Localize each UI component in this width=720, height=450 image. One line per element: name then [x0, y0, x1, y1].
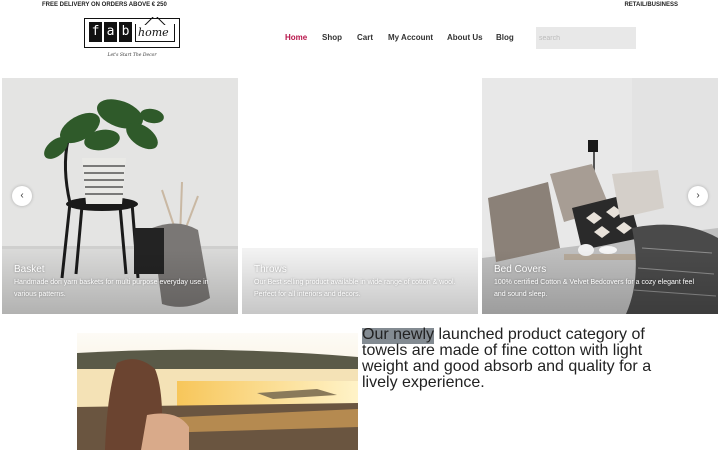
chevron-left-icon: ‹: [20, 190, 24, 201]
logo-letter: f: [89, 22, 102, 42]
slider-next-button[interactable]: ›: [688, 186, 708, 206]
nav-about-us[interactable]: About Us: [447, 33, 483, 42]
site-logo[interactable]: f a b home: [84, 18, 180, 48]
slide-title: Bed Covers: [494, 264, 547, 275]
logo-letter: a: [104, 22, 117, 42]
free-delivery-notice: FREE DELIVERY ON ORDERS ABOVE € 250: [42, 2, 167, 8]
slide-description: Our Best selling product available in wi…: [254, 279, 456, 298]
logo-letter: b: [119, 22, 132, 42]
topbar: FREE DELIVERY ON ORDERS ABOVE € 250 RETA…: [0, 0, 720, 12]
retail-business-link[interactable]: RETAIL/BUSINESS: [624, 2, 678, 8]
search-input[interactable]: [536, 27, 636, 49]
slide-bed-covers[interactable]: Bed Covers 100% certified Cotton & Velve…: [482, 78, 718, 314]
nav-blog[interactable]: Blog: [496, 33, 514, 42]
slide-title: Throws: [254, 264, 287, 275]
slide-title: Basket: [14, 264, 45, 275]
nav-shop[interactable]: Shop: [322, 33, 342, 42]
slide-basket[interactable]: Basket Handmade dori yarn baskets for mu…: [2, 78, 238, 314]
slide-description: 100% certified Cotton & Velvet Bedcovers…: [494, 279, 695, 298]
promo-image: [77, 333, 358, 450]
promo-text: Our newly launched product category of t…: [362, 326, 652, 391]
slider-prev-button[interactable]: ‹: [12, 186, 32, 206]
slide-description: Handmade dori yarn baskets for multi pur…: [14, 279, 209, 298]
logo-fab-mark: f a b: [89, 22, 132, 42]
logo-tagline: Let's Start The Decor: [107, 53, 157, 58]
slide-throws[interactable]: Throws Our Best selling product availabl…: [242, 78, 478, 314]
product-slider: Basket Handmade dori yarn baskets for mu…: [0, 78, 720, 314]
chevron-right-icon: ›: [696, 190, 700, 201]
nav-home[interactable]: Home: [285, 33, 307, 42]
nav-cart[interactable]: Cart: [357, 33, 373, 42]
nav-my-account[interactable]: My Account: [388, 33, 433, 42]
logo-home-text: home: [138, 26, 169, 39]
